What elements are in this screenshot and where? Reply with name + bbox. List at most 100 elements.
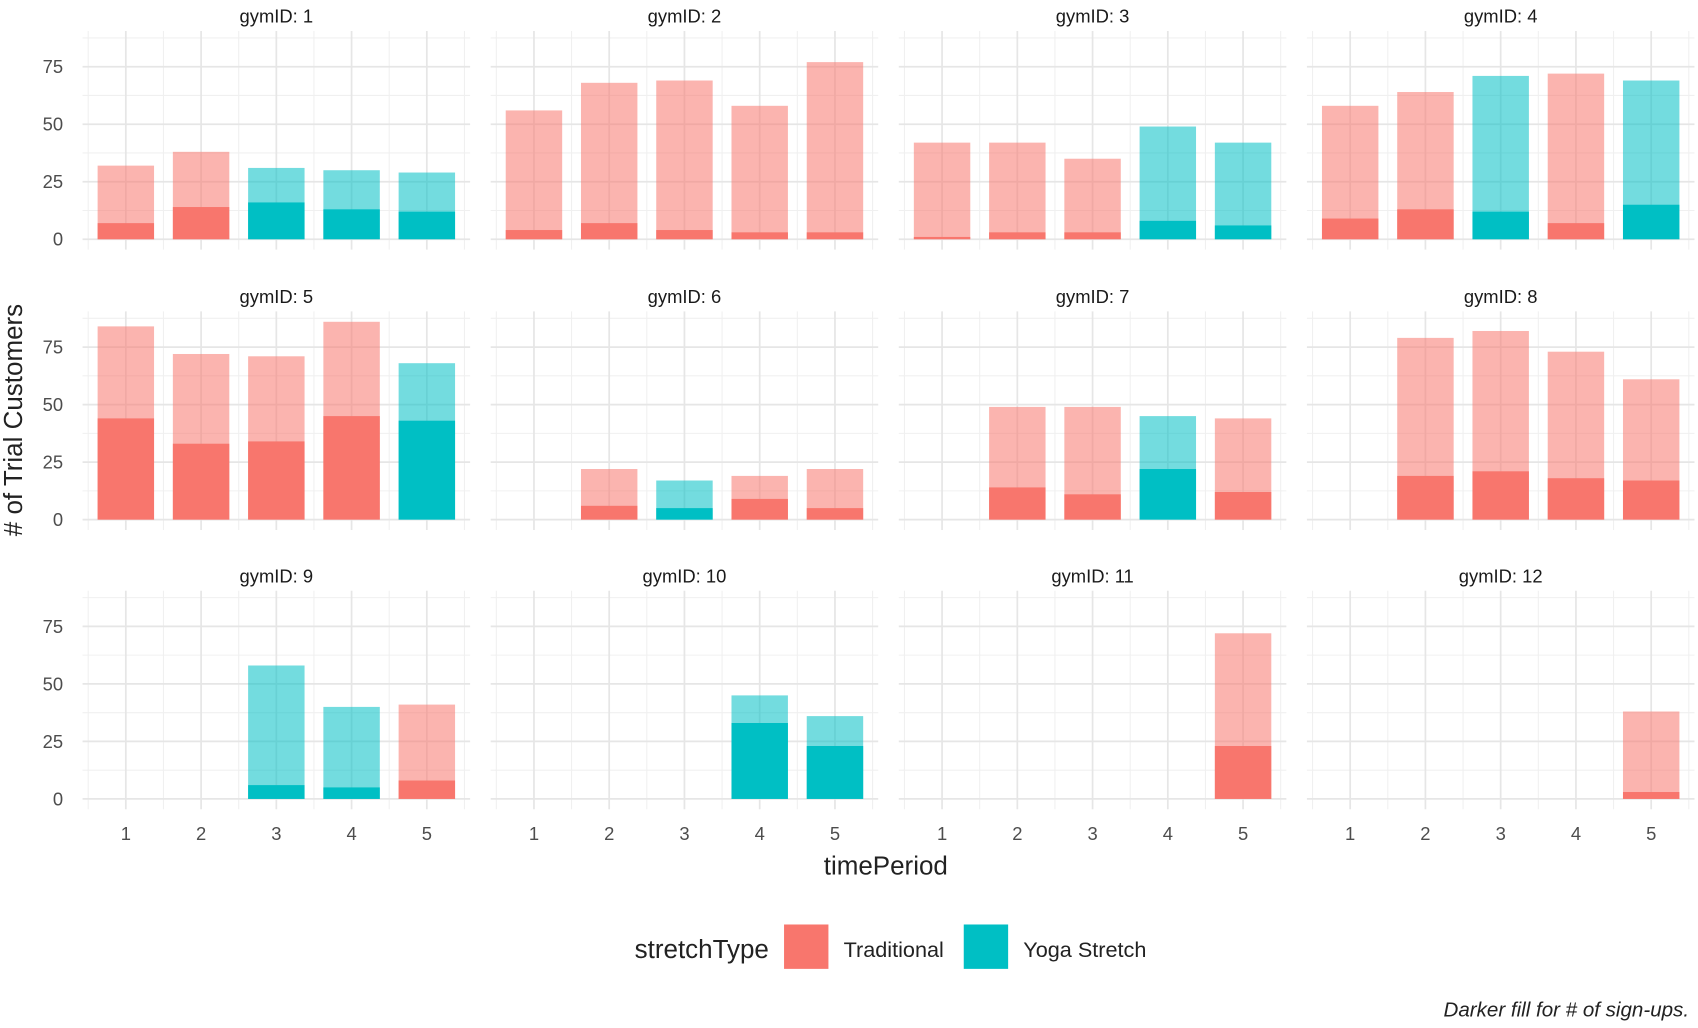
facet-panel-gym-9: gymID: 9 0 25 50 75 1 2 3 4 5 xyxy=(43,565,471,844)
x-tick-label: 2 xyxy=(1420,823,1430,844)
facet-strip-label: gymID: 1 xyxy=(240,6,314,27)
y-tick-label: 75 xyxy=(43,616,63,637)
facet-panel-gym-7: gymID: 7 xyxy=(898,286,1287,530)
x-tick-label: 2 xyxy=(604,823,614,844)
facet-strip-label: gymID: 2 xyxy=(648,6,722,27)
bar-sign-ups xyxy=(1214,225,1272,240)
y-tick-label: 50 xyxy=(43,394,63,415)
bar-sign-ups xyxy=(989,232,1046,240)
faceted-bar-chart: gymID: 10255075gymID: 2 gymID: 3 gymID: 4g… xyxy=(0,6,1695,1022)
bar-sign-ups xyxy=(580,223,638,240)
bar-sign-ups xyxy=(1397,209,1454,240)
bar-sign-ups xyxy=(806,232,864,240)
facet-strip-label: gymID: 8 xyxy=(1464,286,1538,307)
bar-total-trial-customers xyxy=(1214,142,1272,240)
bar-sign-ups xyxy=(1214,492,1272,520)
facet-panel-gym-3: gymID: 3 xyxy=(898,6,1287,250)
facet-strip-label: gymID: 4 xyxy=(1464,6,1538,27)
bar-sign-ups xyxy=(1622,480,1680,520)
x-tick-label: 3 xyxy=(679,823,689,844)
facet-strip-label: gymID: 12 xyxy=(1459,565,1543,586)
x-tick-label: 1 xyxy=(1345,823,1355,844)
bar-sign-ups xyxy=(656,508,713,520)
bar-sign-ups xyxy=(1397,475,1454,520)
legend-title: stretchType xyxy=(635,934,769,964)
bar-sign-ups xyxy=(248,202,305,240)
bar-sign-ups xyxy=(97,223,155,240)
legend: stretchType Traditional Yoga Stretch xyxy=(635,924,1146,969)
bar-sign-ups xyxy=(1214,746,1272,799)
y-tick-label: 50 xyxy=(43,114,63,135)
bar-sign-ups xyxy=(913,236,971,240)
facet-strip-label: gymID: 3 xyxy=(1056,6,1130,27)
facet-strip-label: gymID: 9 xyxy=(240,565,314,586)
x-tick-label: 1 xyxy=(529,823,539,844)
y-tick-label: 0 xyxy=(53,229,63,250)
y-axis-label: # of Trial Customers xyxy=(0,304,28,536)
bar-sign-ups xyxy=(398,420,456,520)
bar-sign-ups xyxy=(1622,792,1680,799)
x-tick-label: 5 xyxy=(830,823,840,844)
bar-sign-ups xyxy=(1622,204,1680,240)
legend-swatch-yoga xyxy=(963,924,1009,969)
legend-label-yoga: Yoga Stretch xyxy=(1023,937,1146,962)
facet-panel-gym-11: gymID: 11 1 2 3 4 5 xyxy=(898,565,1287,844)
x-tick-label: 2 xyxy=(1012,823,1022,844)
y-tick-label: 25 xyxy=(43,452,63,473)
facet-panel-gym-5: gymID: 5 0 25 50 75 xyxy=(43,286,471,530)
bar-sign-ups xyxy=(172,207,230,240)
x-tick-label: 1 xyxy=(937,823,947,844)
bar-sign-ups xyxy=(323,787,380,799)
y-tick-label: 25 xyxy=(43,731,63,752)
x-tick-label: 3 xyxy=(1087,823,1097,844)
caption: Darker fill for # of sign-ups. xyxy=(1444,999,1690,1022)
bar-sign-ups xyxy=(731,723,788,799)
bar-sign-ups xyxy=(1321,218,1379,240)
facet-panel-gym-12: gymID: 12 1 2 3 4 5 xyxy=(1306,565,1695,844)
bar-sign-ups xyxy=(323,416,380,520)
bar-sign-ups xyxy=(1547,478,1605,520)
bar-sign-ups xyxy=(1064,232,1121,240)
bar-sign-ups xyxy=(398,780,456,799)
bar-total-trial-customers xyxy=(248,665,305,799)
bar-sign-ups xyxy=(1139,469,1197,520)
bar-sign-ups xyxy=(505,230,563,240)
bar-sign-ups xyxy=(398,211,456,240)
bar-sign-ups xyxy=(172,443,230,520)
x-tick-label: 4 xyxy=(346,823,356,844)
y-tick-label: 75 xyxy=(43,56,63,77)
bar-total-trial-customers xyxy=(1622,711,1680,799)
bar-total-trial-customers xyxy=(913,142,971,240)
facet-panel-gym-2: gymID: 2 xyxy=(490,6,879,250)
facet-strip-label: gymID: 5 xyxy=(240,286,314,307)
facet-panel-gym-1: gymID: 1 0 25 50 75 xyxy=(43,6,471,250)
x-tick-label: 4 xyxy=(755,823,765,844)
y-tick-label: 0 xyxy=(53,788,63,809)
x-tick-label: 3 xyxy=(1496,823,1506,844)
facet-strip-label: gymID: 6 xyxy=(648,286,722,307)
x-tick-label: 4 xyxy=(1571,823,1581,844)
y-tick-label: 75 xyxy=(43,337,63,358)
bar-total-trial-customers xyxy=(806,62,864,240)
bar-sign-ups xyxy=(731,232,788,240)
bar-total-trial-customers xyxy=(505,110,563,240)
x-tick-label: 5 xyxy=(1238,823,1248,844)
bar-total-trial-customers xyxy=(580,82,638,240)
bar-total-trial-customers xyxy=(1064,158,1121,240)
x-tick-label: 5 xyxy=(422,823,432,844)
facet-panel-gym-6: gymID: 6 xyxy=(490,286,879,530)
facet-strip-label: gymID: 11 xyxy=(1051,565,1133,586)
bar-sign-ups xyxy=(1139,220,1197,240)
x-tick-label: 4 xyxy=(1163,823,1173,844)
y-tick-label: 50 xyxy=(43,673,63,694)
x-tick-label: 3 xyxy=(271,823,281,844)
bar-sign-ups xyxy=(806,508,864,520)
x-axis-label: timePeriod xyxy=(824,851,948,881)
x-tick-label: 1 xyxy=(121,823,131,844)
bar-sign-ups xyxy=(248,441,305,520)
facet-panel-gym-4: gymID: 4 xyxy=(1306,6,1695,250)
y-tick-label: 0 xyxy=(53,509,63,530)
bar-sign-ups xyxy=(1064,494,1121,520)
facet-panel-gym-8: gymID: 8 xyxy=(1306,286,1695,530)
y-tick-label: 25 xyxy=(43,171,63,192)
